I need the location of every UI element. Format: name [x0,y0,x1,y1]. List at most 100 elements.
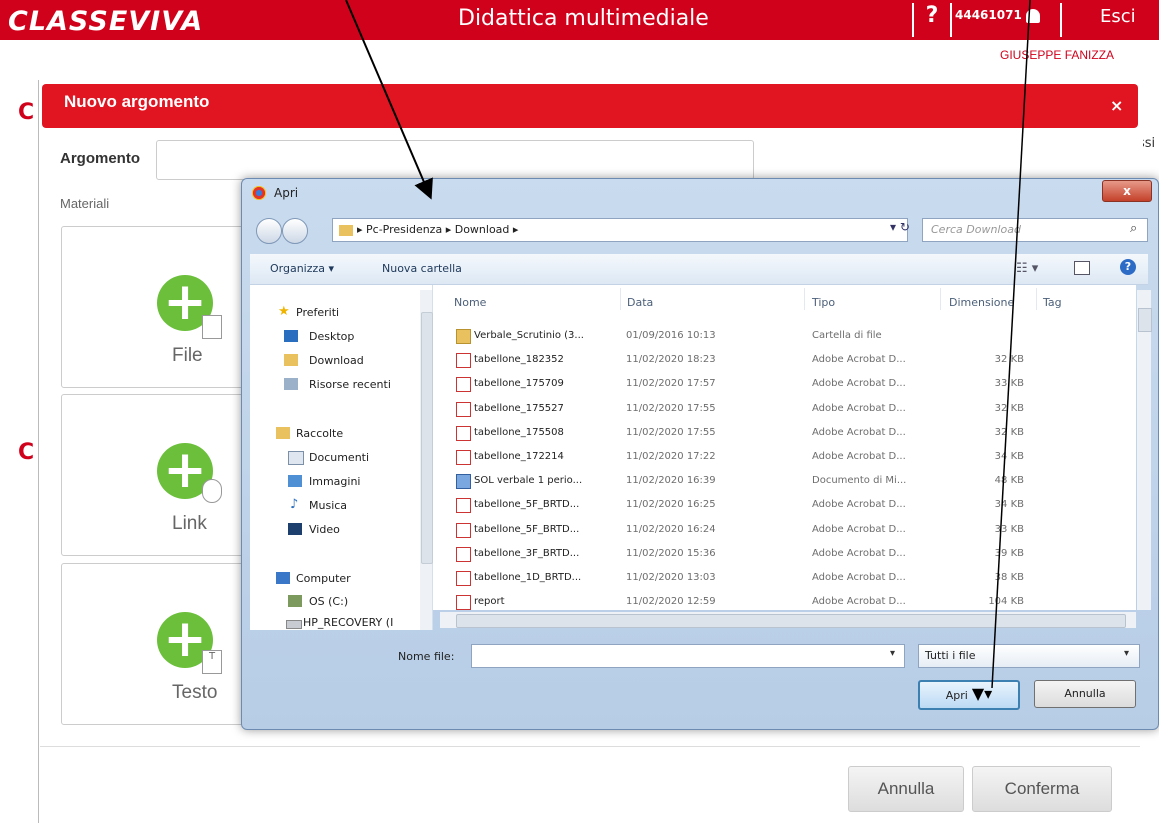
back-button[interactable] [256,218,282,244]
help-icon[interactable]: ? [1120,259,1136,275]
file-date: 11/02/2020 12:59 [626,596,716,607]
file-type: Adobe Acrobat D... [812,548,906,559]
file-size: 33 KB [994,378,1024,389]
nav-download[interactable]: Download [309,354,364,367]
file-name[interactable]: tabellone_3F_BRTD... [474,548,579,559]
modal-cancel-button[interactable]: Annulla [848,766,964,812]
user-code[interactable]: 44461071 [955,8,1040,23]
add-text-card[interactable]: + T Testo [61,563,263,725]
add-link-card[interactable]: + Link [61,394,263,556]
file-type-filter[interactable]: Tutti i file [918,644,1140,668]
logout-button[interactable]: Esci [1100,6,1136,27]
file-name[interactable]: tabellone_175508 [474,427,564,438]
filter-dropdown-icon[interactable]: ▾ [1124,648,1129,659]
column-date[interactable]: Data [627,296,653,309]
nav-music[interactable]: Musica [309,499,347,512]
preview-pane-icon[interactable] [1074,261,1090,275]
filename-label: Nome file: [398,650,455,663]
nav-computer[interactable]: Computer [296,572,351,585]
file-name[interactable]: tabellone_5F_BRTD... [474,499,579,510]
file-type: Documento di Mi... [812,475,907,486]
file-vertical-scrollbar[interactable] [1137,290,1151,610]
file-date: 11/02/2020 18:23 [626,354,716,365]
file-type: Adobe Acrobat D... [812,499,906,510]
music-icon: ♪ [290,497,299,512]
nav-recent[interactable]: Risorse recenti [309,378,391,391]
nav-libraries[interactable]: Raccolte [296,427,343,440]
filename-input[interactable] [471,644,905,668]
file-name[interactable]: tabellone_182352 [474,354,564,365]
nav-documents[interactable]: Documenti [309,451,369,464]
file-date: 11/02/2020 17:55 [626,403,716,414]
file-date: 11/02/2020 16:24 [626,524,716,535]
file-size: 33 KB [994,524,1024,535]
pdf-icon [456,426,471,441]
file-type: Adobe Acrobat D... [812,451,906,462]
path-segment[interactable]: Download [455,223,510,236]
search-icon[interactable]: ⌕ [1130,221,1137,236]
nav-drive-c[interactable]: OS (C:) [309,595,348,608]
refresh-icon[interactable]: ▾ ↻ [890,220,910,234]
dialog-title: Apri [274,186,299,200]
file-name[interactable]: Verbale_Scrutinio (3... [474,330,584,341]
file-size: 32 KB [994,403,1024,414]
nav-scroll-thumb[interactable] [421,312,433,564]
horizontal-scroll-thumb[interactable] [456,614,1126,628]
file-size: 38 KB [994,572,1024,583]
search-input[interactable]: Cerca Download [922,218,1148,242]
argomento-input[interactable] [156,140,754,180]
file-date: 11/02/2020 15:36 [626,548,716,559]
file-name[interactable]: tabellone_175709 [474,378,564,389]
file-size: 48 KB [994,475,1024,486]
column-tag[interactable]: Tag [1043,296,1062,309]
background-heading: C [18,100,35,125]
column-divider [620,288,621,310]
open-button[interactable]: Apri ▼▾ [918,680,1020,710]
text-icon: T [202,650,222,674]
path-segment[interactable]: Pc-Presidenza [366,223,442,236]
pdf-icon [456,571,471,586]
modal-close-icon[interactable]: × [1110,96,1123,115]
nav-pictures[interactable]: Immagini [309,475,360,488]
link-icon [202,479,222,503]
view-options-icon[interactable]: ☷ ▾ [1016,261,1038,276]
file-name[interactable]: report [474,596,505,607]
nav-desktop[interactable]: Desktop [309,330,354,343]
dialog-close-button[interactable]: x [1102,180,1152,202]
file-name[interactable]: tabellone_172214 [474,451,564,462]
filter-value: Tutti i file [925,649,976,662]
column-size[interactable]: Dimensione [949,296,1014,309]
computer-icon [276,572,290,584]
address-bar[interactable]: ▸ Pc-Presidenza ▸ Download ▸ [332,218,908,242]
help-button[interactable]: ? [912,3,952,37]
add-file-card[interactable]: + File [61,226,263,388]
new-folder-button[interactable]: Nuova cartella [382,262,462,275]
modal-confirm-button[interactable]: Conferma [972,766,1112,812]
forward-button[interactable] [282,218,308,244]
nav-drive-recovery[interactable]: HP_RECOVERY (I [303,616,393,629]
file-size: 32 KB [994,354,1024,365]
file-scroll-thumb[interactable] [1138,308,1152,332]
column-name[interactable]: Nome [454,296,486,309]
file-name[interactable]: tabellone_175527 [474,403,564,414]
file-type: Adobe Acrobat D... [812,572,906,583]
filename-dropdown-icon[interactable]: ▾ [890,648,895,659]
download-folder-icon [284,354,298,366]
modal-title: Nuovo argomento [64,92,210,111]
file-name[interactable]: SOL verbale 1 perio... [474,475,582,486]
file-name[interactable]: tabellone_5F_BRTD... [474,524,579,535]
open-dropdown-icon[interactable]: ▼▾ [972,684,992,703]
pictures-icon [288,475,302,487]
file-type: Cartella di file [812,330,882,341]
file-name[interactable]: tabellone_1D_BRTD... [474,572,581,583]
nav-video[interactable]: Video [309,523,340,536]
nav-favorites[interactable]: Preferiti [296,306,339,319]
file-date: 11/02/2020 17:22 [626,451,716,462]
classeviva-logo[interactable]: CLASSEVIVA [8,6,203,37]
organize-button[interactable]: Organizza ▾ [270,262,334,275]
column-type[interactable]: Tipo [812,296,835,309]
column-divider [940,288,941,310]
dialog-cancel-button[interactable]: Annulla [1034,680,1136,708]
file-type: Adobe Acrobat D... [812,524,906,535]
open-button-label: Apri [945,689,968,702]
